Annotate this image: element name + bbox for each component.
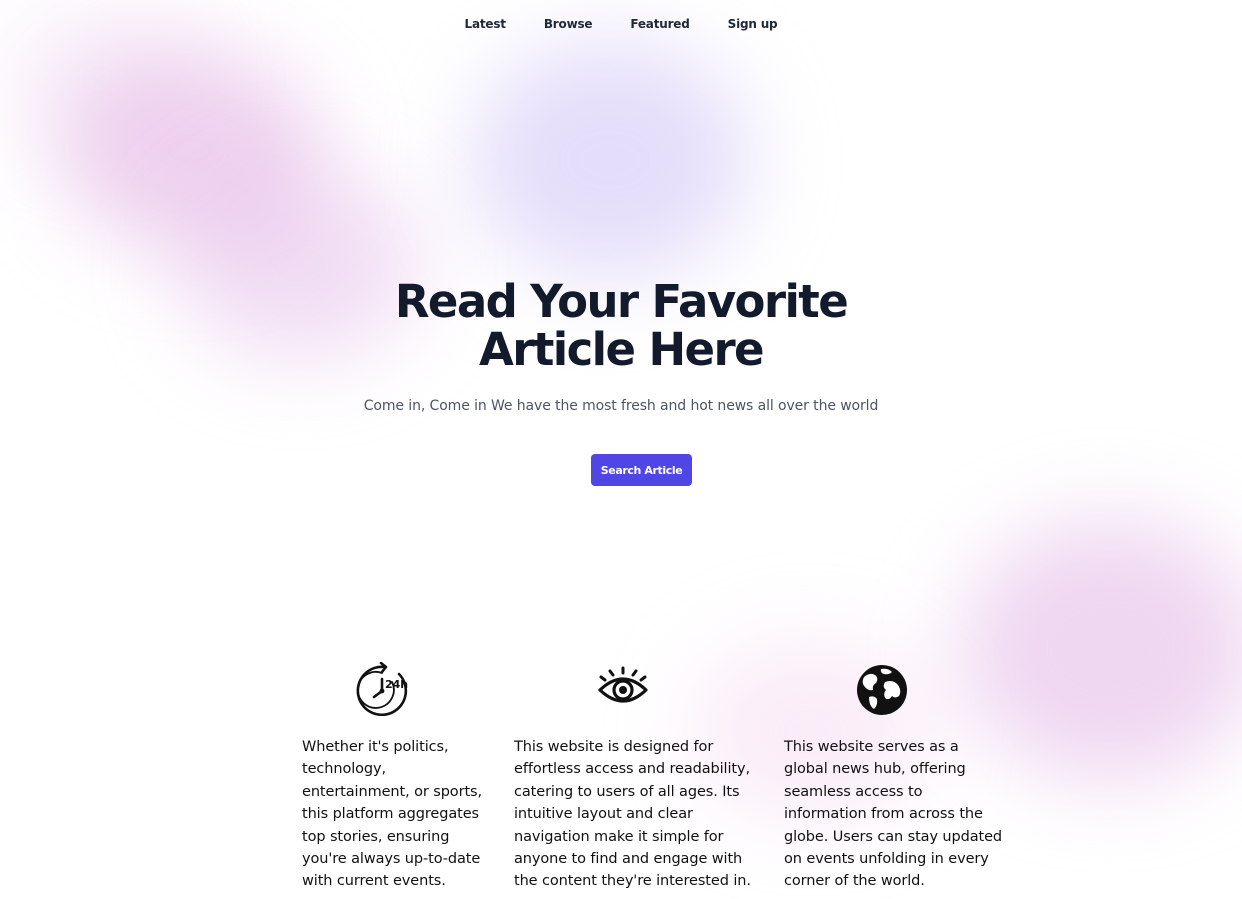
- feature-text-news: Whether it's politics, technology, enter…: [302, 739, 482, 890]
- search-article-button[interactable]: Search Article: [591, 454, 692, 486]
- svg-text:24h: 24h: [385, 678, 408, 691]
- globe-icon: [855, 663, 909, 717]
- nav-browse[interactable]: Browse: [525, 15, 611, 33]
- hero-title-line-1: Read Your Favorite: [394, 275, 849, 328]
- hero-subtitle: Come in, Come in We have the most fresh …: [363, 398, 879, 414]
- eye-icon: [596, 662, 650, 716]
- hero-title-line-2: Article Here: [479, 323, 765, 376]
- nav-latest[interactable]: Latest: [446, 15, 525, 33]
- top-nav: Latest Browse Featured Sign up: [0, 15, 1242, 33]
- feature-text-global: This website serves as a global news hub…: [784, 739, 1003, 890]
- feature-text-accessibility: This website is designed for effortless …: [514, 739, 751, 890]
- nav-featured[interactable]: Featured: [611, 15, 708, 33]
- hero-title: Read Your Favorite Article Here: [0, 278, 1242, 374]
- background-blob: [470, 40, 750, 280]
- nav-sign-up[interactable]: Sign up: [709, 15, 797, 33]
- clock-24h-icon: 24h: [355, 662, 409, 716]
- background-blob: [60, 50, 320, 250]
